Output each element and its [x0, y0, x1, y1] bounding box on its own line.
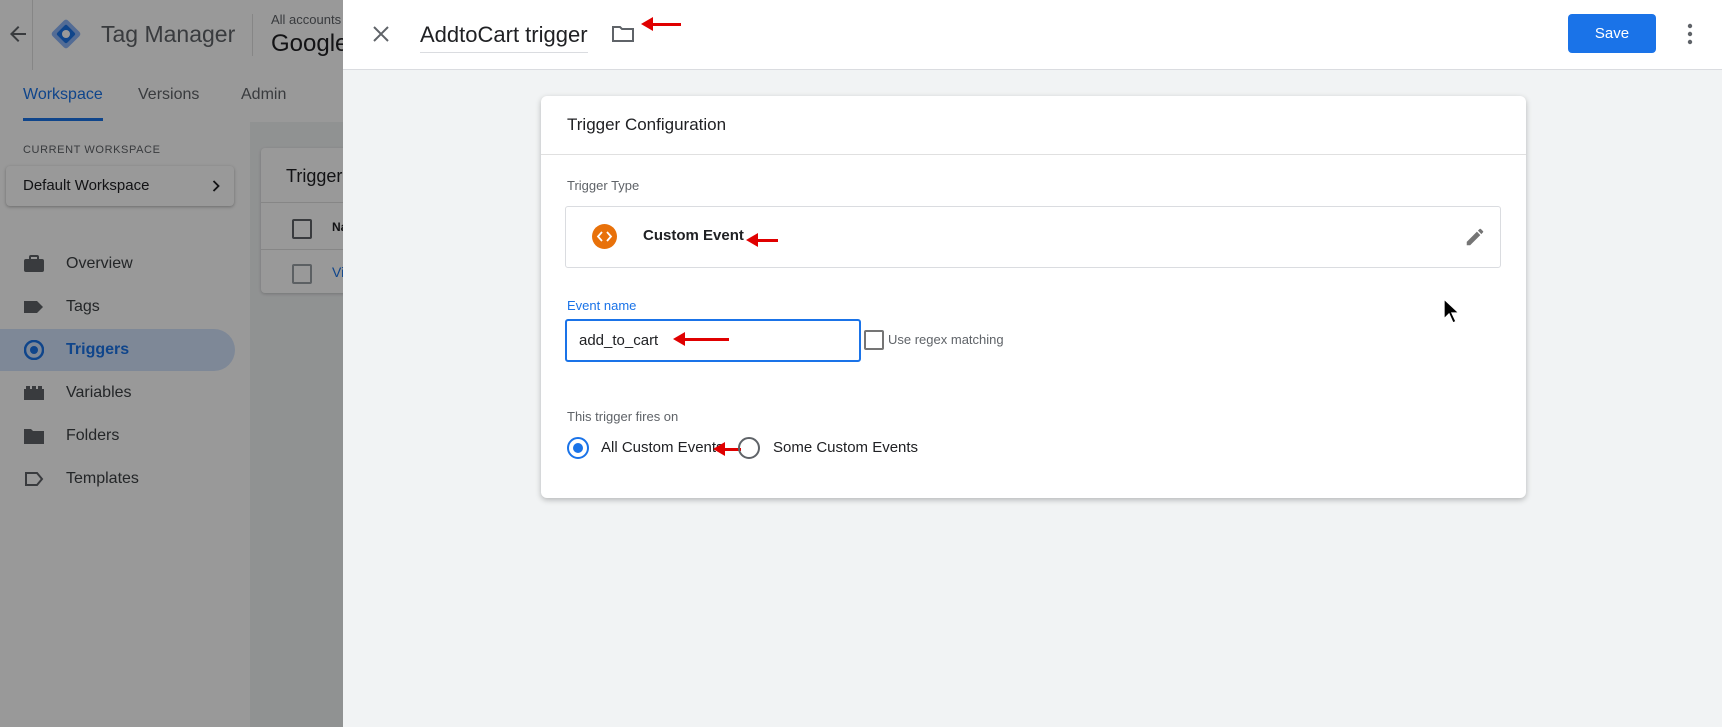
event-name-label: Event name: [567, 298, 637, 313]
folder-outline-icon: [612, 26, 634, 42]
more-vert-icon: [1687, 23, 1693, 45]
radio-all-custom-events[interactable]: [567, 437, 589, 459]
radio-some-custom-events[interactable]: [738, 437, 760, 459]
custom-event-badge: [592, 224, 617, 249]
close-button[interactable]: [369, 22, 393, 46]
trigger-name-title[interactable]: AddtoCart trigger: [420, 22, 588, 53]
regex-label: Use regex matching: [888, 332, 1004, 347]
trigger-type-label: Trigger Type: [567, 178, 640, 193]
annotation-arrow: [673, 332, 729, 346]
trigger-configuration-card: Trigger Configuration Trigger Type Custo…: [541, 96, 1526, 498]
radio-selected-dot: [573, 443, 583, 453]
more-options-button[interactable]: [1678, 21, 1702, 47]
trigger-type-selector[interactable]: Custom Event: [565, 206, 1501, 268]
folder-button[interactable]: [611, 24, 635, 44]
panel-header: AddtoCart trigger Save: [343, 0, 1722, 70]
option-some-custom-events-label[interactable]: Some Custom Events: [773, 439, 918, 456]
save-button[interactable]: Save: [1568, 14, 1656, 53]
annotation-arrow: [746, 233, 778, 247]
close-icon: [373, 26, 389, 42]
code-icon: [596, 231, 613, 242]
pencil-icon: [1466, 228, 1484, 246]
trigger-editor-panel: AddtoCart trigger Save Trigger Configura…: [343, 0, 1722, 727]
trigger-type-value: Custom Event: [643, 227, 744, 244]
card-title: Trigger Configuration: [567, 115, 727, 134]
regex-checkbox[interactable]: [864, 330, 884, 350]
mouse-cursor-icon: [1443, 298, 1461, 324]
event-name-value: add_to_cart: [579, 332, 659, 349]
annotation-arrow: [641, 17, 681, 31]
fires-on-label: This trigger fires on: [567, 409, 679, 424]
edit-trigger-type-button[interactable]: [1464, 226, 1486, 248]
card-divider: [541, 154, 1526, 155]
option-all-custom-events-label[interactable]: All Custom Events: [601, 439, 724, 456]
event-name-input[interactable]: add_to_cart: [565, 319, 861, 362]
